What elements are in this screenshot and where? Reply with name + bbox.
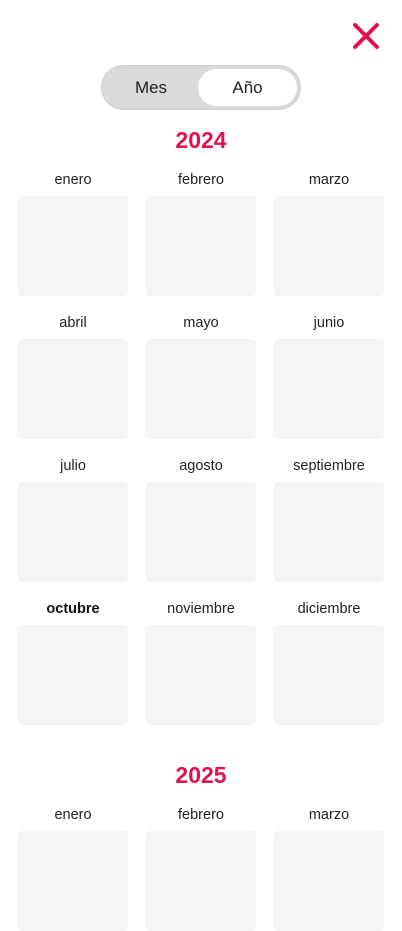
month-label: enero <box>54 807 92 823</box>
month-tile[interactable] <box>18 482 128 582</box>
month-cell[interactable]: febrero <box>146 170 256 296</box>
month-tile[interactable] <box>18 339 128 439</box>
month-cell[interactable]: enero <box>18 170 128 296</box>
month-label: julio <box>60 458 86 474</box>
month-label: septiembre <box>293 458 365 474</box>
view-toggle: Mes Año <box>101 65 301 110</box>
month-cell[interactable]: abril <box>18 313 128 439</box>
month-tile[interactable] <box>18 196 128 296</box>
month-label: mayo <box>183 315 219 331</box>
month-cell[interactable]: septiembre <box>274 456 384 582</box>
month-tile[interactable] <box>274 196 384 296</box>
month-tile[interactable] <box>18 831 128 931</box>
month-cell[interactable]: enero <box>18 805 128 931</box>
month-tile[interactable] <box>274 625 384 725</box>
close-button[interactable] <box>348 18 384 54</box>
month-cell[interactable]: diciembre <box>274 599 384 725</box>
month-cell[interactable]: mayo <box>146 313 256 439</box>
month-label: abril <box>59 315 87 331</box>
month-tile[interactable] <box>146 196 256 296</box>
month-tile[interactable] <box>274 482 384 582</box>
year-title-2025: 2025 <box>175 762 227 788</box>
month-cell[interactable]: noviembre <box>146 599 256 725</box>
month-label: enero <box>54 172 92 188</box>
close-icon <box>353 23 379 49</box>
toggle-option-mes[interactable]: Mes <box>105 69 197 106</box>
year-title-2024: 2024 <box>175 127 227 153</box>
month-cell[interactable]: julio <box>18 456 128 582</box>
month-tile[interactable] <box>146 831 256 931</box>
month-label: agosto <box>179 458 223 474</box>
month-label: marzo <box>308 172 350 188</box>
month-cell[interactable]: febrero <box>146 805 256 931</box>
month-label: noviembre <box>167 601 235 617</box>
month-tile[interactable] <box>146 482 256 582</box>
toggle-option-ano[interactable]: Año <box>198 69 297 106</box>
month-label: junio <box>313 315 345 331</box>
month-label: febrero <box>178 807 224 823</box>
month-tile[interactable] <box>18 625 128 725</box>
month-tile[interactable] <box>274 831 384 931</box>
month-tile[interactable] <box>274 339 384 439</box>
month-tile[interactable] <box>146 339 256 439</box>
month-cell[interactable]: agosto <box>146 456 256 582</box>
month-label: marzo <box>308 807 350 823</box>
month-label: febrero <box>178 172 224 188</box>
month-cell-current[interactable]: octubre <box>18 599 128 725</box>
month-tile[interactable] <box>146 625 256 725</box>
month-cell[interactable]: junio <box>274 313 384 439</box>
month-label: diciembre <box>297 601 361 617</box>
month-cell[interactable]: marzo <box>274 805 384 931</box>
month-cell[interactable]: marzo <box>274 170 384 296</box>
month-label-current: octubre <box>46 601 100 617</box>
